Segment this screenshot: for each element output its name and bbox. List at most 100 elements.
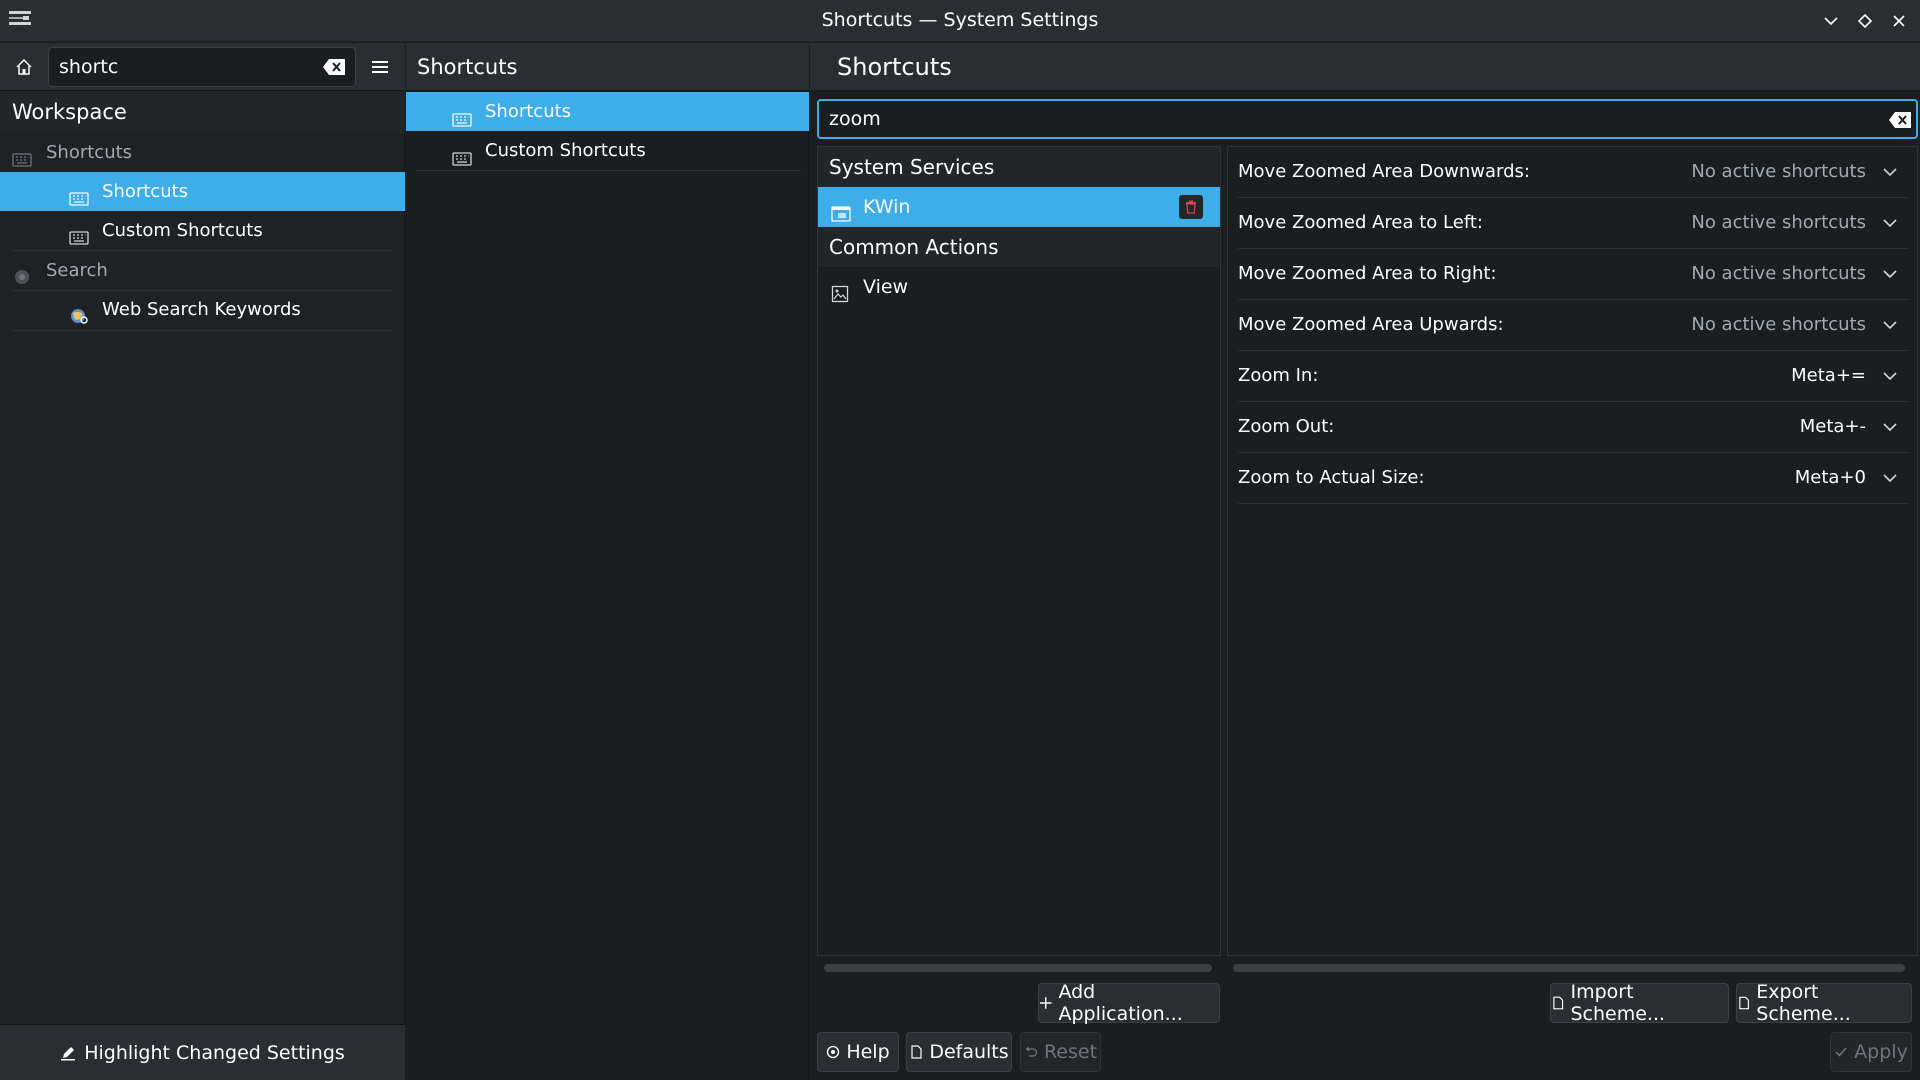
subcategory-item-label: Custom Shortcuts <box>485 140 646 161</box>
clear-icon <box>323 59 345 75</box>
app-item-label: View <box>863 276 909 298</box>
help-label: Help <box>846 1041 890 1063</box>
maximize-button[interactable] <box>1853 9 1877 33</box>
remove-application-button[interactable] <box>1179 195 1203 219</box>
page-title: Shortcuts <box>810 43 1920 91</box>
main-panel: Shortcuts System Services KWin Common Ac… <box>810 43 1920 1080</box>
application-list: System Services KWin Common Actions View <box>817 146 1221 972</box>
reset-button[interactable]: Reset <box>1020 1032 1101 1072</box>
chevron-down-icon <box>1883 372 1897 381</box>
defaults-label: Defaults <box>929 1041 1009 1063</box>
home-button[interactable] <box>10 53 38 81</box>
plus-icon <box>1039 997 1052 1009</box>
app-item-kwin[interactable]: KWin <box>818 187 1220 227</box>
sidebar-item-search-group[interactable]: Search <box>0 251 405 290</box>
apply-button[interactable]: Apply <box>1830 1032 1912 1072</box>
chevron-down-icon <box>1883 474 1897 483</box>
keyboard-icon <box>69 182 89 206</box>
hamburger-icon <box>372 61 388 73</box>
window-title: Shortcuts — System Settings <box>821 9 1099 31</box>
divider <box>416 170 801 171</box>
minimize-button[interactable] <box>1819 9 1843 33</box>
keyboard-icon <box>452 142 472 166</box>
shortcut-row[interactable]: Move Zoomed Area to Left: No active shor… <box>1238 198 1908 249</box>
checkmark-icon <box>1835 1047 1847 1057</box>
import-scheme-label: Import Scheme... <box>1570 981 1666 1025</box>
sidebar-search-field[interactable] <box>48 47 356 87</box>
clear-search-button[interactable] <box>1887 109 1913 131</box>
horizontal-scrollbar[interactable] <box>824 964 1212 972</box>
add-application-label: Add Application... <box>1058 981 1183 1025</box>
shortcut-name: Move Zoomed Area Downwards: <box>1238 161 1530 182</box>
shortcut-row[interactable]: Zoom to Actual Size: Meta+0 <box>1238 453 1908 504</box>
sidebar-search-input[interactable] <box>59 48 309 86</box>
shortcut-value: Meta+- <box>1799 416 1866 437</box>
sidebar-item-shortcuts[interactable]: Shortcuts <box>0 172 405 211</box>
subcategory-item-shortcuts[interactable]: Shortcuts <box>406 92 809 131</box>
middle-header-title: Shortcuts <box>406 43 809 91</box>
help-button[interactable]: Help <box>817 1032 899 1072</box>
shortcut-name: Zoom Out: <box>1238 416 1335 437</box>
keyboard-icon <box>452 103 472 127</box>
sidebar-item-custom-shortcuts[interactable]: Custom Shortcuts <box>0 211 405 250</box>
chevron-down-icon <box>1883 321 1897 330</box>
sidebar-item-web-search-keywords[interactable]: Web Search Keywords <box>0 290 405 329</box>
pencil-highlight-icon <box>61 1046 76 1060</box>
reset-label: Reset <box>1043 1041 1098 1063</box>
shortcut-row[interactable]: Zoom In: Meta+= <box>1238 351 1908 402</box>
shortcut-name: Move Zoomed Area Upwards: <box>1238 314 1504 335</box>
app-item-view[interactable]: View <box>818 267 1220 307</box>
shortcut-row[interactable]: Zoom Out: Meta+- <box>1238 402 1908 453</box>
shortcut-value: No active shortcuts <box>1691 263 1866 284</box>
search-globe-icon <box>12 261 32 284</box>
subcategory-list: Shortcuts Shortcuts Custom Shortcuts <box>406 43 809 1080</box>
shortcut-row[interactable]: Move Zoomed Area to Right: No active sho… <box>1238 249 1908 300</box>
shortcut-name: Move Zoomed Area to Right: <box>1238 263 1497 284</box>
shortcut-value: Meta+= <box>1791 365 1866 386</box>
export-scheme-button[interactable]: Export Scheme... <box>1736 981 1912 1025</box>
chevron-down-icon <box>1883 423 1897 432</box>
shortcut-name: Move Zoomed Area to Left: <box>1238 212 1483 233</box>
sidebar-item-shortcuts-group[interactable]: Shortcuts <box>0 133 405 172</box>
hamburger-menu-button[interactable] <box>366 53 394 81</box>
sidebar-item-label: Web Search Keywords <box>102 299 301 320</box>
app-item-label: KWin <box>863 196 911 218</box>
horizontal-scrollbar[interactable] <box>1233 964 1905 972</box>
undo-icon <box>1025 1046 1038 1057</box>
keyboard-icon <box>12 143 32 167</box>
group-header-system-services: System Services <box>818 147 1220 187</box>
add-application-button[interactable]: Add Application... <box>1038 981 1220 1025</box>
import-scheme-button[interactable]: Import Scheme... <box>1550 981 1729 1025</box>
shortcut-value: No active shortcuts <box>1691 212 1866 233</box>
home-icon <box>16 58 32 75</box>
shortcut-row[interactable]: Move Zoomed Area Downwards: No active sh… <box>1238 147 1908 198</box>
defaults-button[interactable]: Defaults <box>906 1032 1012 1072</box>
shortcut-name: Zoom to Actual Size: <box>1238 467 1425 488</box>
close-button[interactable] <box>1887 9 1911 33</box>
group-header-common-actions: Common Actions <box>818 227 1220 267</box>
shortcut-name: Zoom In: <box>1238 365 1319 386</box>
chevron-down-icon <box>1883 219 1897 228</box>
sidebar: Workspace Shortcuts Shortcuts Custom Sho… <box>0 43 405 1080</box>
image-view-icon <box>831 278 851 303</box>
document-export-icon <box>1739 996 1749 1010</box>
sidebar-header <box>0 43 405 91</box>
shortcut-search-input[interactable] <box>829 101 1849 137</box>
shortcut-search-field[interactable] <box>817 99 1918 139</box>
shortcut-row[interactable]: Move Zoomed Area Upwards: No active shor… <box>1238 300 1908 351</box>
divider <box>12 330 392 331</box>
title-bar: Shortcuts — System Settings <box>0 0 1920 42</box>
subcategory-item-custom-shortcuts[interactable]: Custom Shortcuts <box>406 131 809 170</box>
document-icon <box>911 1045 922 1059</box>
clear-search-button[interactable] <box>321 56 347 78</box>
shortcut-value: No active shortcuts <box>1691 161 1866 182</box>
keyboard-icon <box>69 221 89 245</box>
kwin-window-icon <box>831 198 851 222</box>
highlight-changed-settings-label: Highlight Changed Settings <box>84 1041 345 1064</box>
subcategory-item-label: Shortcuts <box>485 101 572 122</box>
highlight-changed-settings-button[interactable]: Highlight Changed Settings <box>0 1024 405 1080</box>
chevron-down-icon <box>1883 270 1897 279</box>
web-search-icon <box>69 300 89 324</box>
shortcut-value: No active shortcuts <box>1691 314 1866 335</box>
shortcut-value: Meta+0 <box>1794 467 1866 488</box>
